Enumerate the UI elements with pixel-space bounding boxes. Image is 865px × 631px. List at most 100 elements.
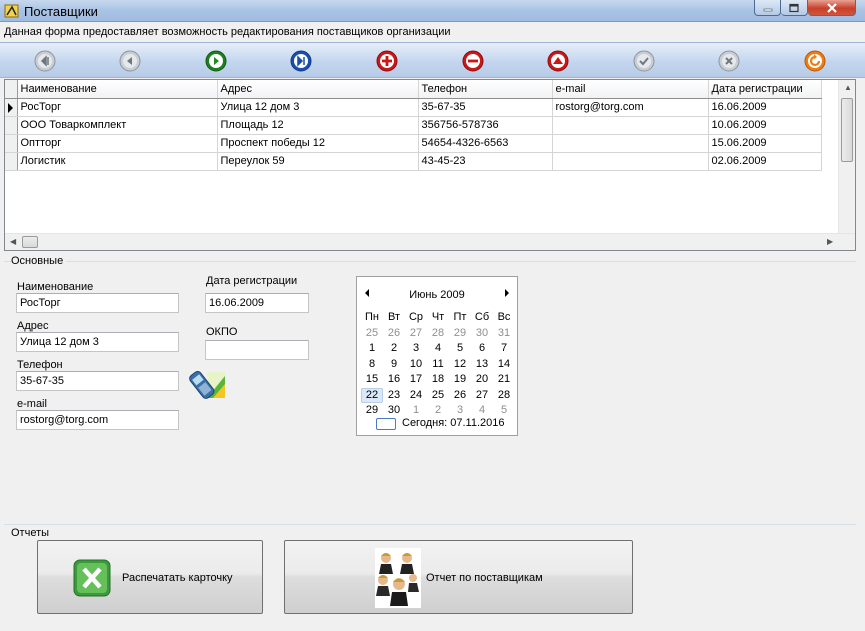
cell-email[interactable]: rostorg@torg.com [552,98,709,117]
cell-name[interactable]: РосТорг [17,98,218,117]
add-record-icon[interactable] [375,49,399,73]
cancel-edit-icon[interactable] [717,49,741,73]
cell-regdate[interactable]: 10.06.2009 [708,116,822,135]
column-header-phone[interactable]: Телефон [418,80,553,99]
name-field[interactable]: РосТорг [16,293,179,313]
calendar-day[interactable]: 1 [361,341,383,357]
table-row[interactable]: ООО Товаркомплект Площадь 12 356756-578736… [5,116,822,135]
calendar-day[interactable]: 12 [449,357,471,373]
calendar-day[interactable]: 27 [405,326,427,342]
calendar-day[interactable]: 30 [471,326,493,342]
calendar-day[interactable]: 29 [449,326,471,342]
calendar-next-month-icon[interactable] [505,289,509,297]
okpo-field[interactable] [205,340,309,360]
minimize-button[interactable] [754,0,781,16]
table-row[interactable]: РосТорг Улица 12 дом 3 35-67-35 rostorg@tor… [5,98,822,117]
calendar-day[interactable]: 20 [471,372,493,388]
horizontal-scroll-thumb[interactable] [22,236,38,248]
calendar-day[interactable]: 2 [383,341,405,357]
calendar-day[interactable]: 10 [405,357,427,373]
calendar-day[interactable]: 11 [427,357,449,373]
scroll-up-icon[interactable]: ▲ [844,83,852,92]
cell-phone[interactable]: 35-67-35 [418,98,553,117]
cell-email[interactable] [552,152,709,171]
calendar-month-title[interactable]: Июнь 2009 [357,289,517,301]
calendar-day[interactable]: 26 [449,388,471,404]
last-record-icon[interactable] [289,49,313,73]
table-row[interactable]: Оптторг Проспект победы 12 54654-4326-6563… [5,134,822,153]
cell-regdate[interactable]: 16.06.2009 [708,98,822,117]
cell-name[interactable]: Оптторг [17,134,218,153]
maximize-button[interactable] [781,0,808,16]
regdate-field[interactable]: 16.06.2009 [205,293,309,313]
calendar-day[interactable]: 28 [493,388,515,404]
column-header-name[interactable]: Наименование [17,80,218,99]
calendar-day[interactable]: 25 [427,388,449,404]
calendar-day[interactable]: 4 [427,341,449,357]
calendar-day[interactable]: 26 [383,326,405,342]
address-field[interactable]: Улица 12 дом 3 [16,332,179,352]
calendar-day[interactable]: 16 [383,372,405,388]
calendar-day[interactable]: 18 [427,372,449,388]
next-record-icon[interactable] [204,49,228,73]
calendar-day[interactable]: 13 [471,357,493,373]
close-button[interactable] [808,0,856,16]
cell-phone[interactable]: 54654-4326-6563 [418,134,553,153]
row-indicator[interactable] [5,134,18,153]
cell-email[interactable] [552,134,709,153]
scroll-right-icon[interactable]: ▶ [827,237,833,246]
calendar-day[interactable]: 19 [449,372,471,388]
phone-field[interactable]: 35-67-35 [16,371,179,391]
suppliers-grid[interactable]: Наименование Адрес Телефон e-mail Дата р… [4,79,856,251]
calendar-day[interactable]: 9 [383,357,405,373]
column-header-email[interactable]: e-mail [552,80,709,99]
cell-address[interactable]: Переулок 59 [217,152,419,171]
post-record-icon[interactable] [632,49,656,73]
calendar-day[interactable]: 24 [405,388,427,404]
prev-record-icon[interactable] [118,49,142,73]
cell-email[interactable] [552,116,709,135]
scroll-left-icon[interactable]: ◀ [10,237,16,246]
calendar-day[interactable]: 25 [361,326,383,342]
cell-regdate[interactable]: 15.06.2009 [708,134,822,153]
cell-name[interactable]: Логистик [17,152,218,171]
calendar-day[interactable]: 28 [427,326,449,342]
cell-address[interactable]: Проспект победы 12 [217,134,419,153]
edit-record-icon[interactable] [546,49,570,73]
month-calendar[interactable]: Июнь 2009 Пн Вт Ср Чт Пт Сб Вс 25 26 27 28 29 30 31 1 2… [356,276,518,436]
vertical-scroll-thumb[interactable] [841,98,853,162]
calendar-day[interactable]: 29 [361,403,383,419]
calendar-day[interactable]: 31 [493,326,515,342]
grid-horizontal-scrollbar[interactable]: ◀ ▶ [5,233,855,250]
calendar-day[interactable]: 17 [405,372,427,388]
column-header-address[interactable]: Адрес [217,80,419,99]
calendar-day[interactable]: 21 [493,372,515,388]
calendar-day[interactable]: 23 [383,388,405,404]
table-row[interactable]: Логистик Переулок 59 43-45-23 02.06.2009 [5,152,822,171]
calendar-day[interactable]: 7 [493,341,515,357]
row-indicator[interactable] [5,116,18,135]
calendar-day[interactable]: 15 [361,372,383,388]
refresh-icon[interactable] [803,49,827,73]
cell-phone[interactable]: 356756-578736 [418,116,553,135]
row-indicator[interactable] [5,152,18,171]
cell-regdate[interactable]: 02.06.2009 [708,152,822,171]
calendar-day[interactable]: 14 [493,357,515,373]
calendar-day[interactable]: 27 [471,388,493,404]
row-indicator[interactable] [5,98,18,117]
calendar-day[interactable]: 8 [361,357,383,373]
column-header-regdate[interactable]: Дата регистрации [708,80,822,99]
cell-phone[interactable]: 43-45-23 [418,152,553,171]
calendar-day[interactable]: 5 [449,341,471,357]
first-record-icon[interactable] [33,49,57,73]
delete-record-icon[interactable] [461,49,485,73]
cell-name[interactable]: ООО Товаркомплект [17,116,218,135]
calendar-day[interactable]: 22 [361,387,383,403]
print-card-button[interactable]: Распечатать карточку [37,540,263,614]
calendar-day[interactable]: 6 [471,341,493,357]
email-field[interactable]: rostorg@torg.com [16,410,179,430]
calendar-day[interactable]: 3 [405,341,427,357]
grid-vertical-scrollbar[interactable]: ▲ [838,80,855,234]
cell-address[interactable]: Улица 12 дом 3 [217,98,419,117]
cell-address[interactable]: Площадь 12 [217,116,419,135]
